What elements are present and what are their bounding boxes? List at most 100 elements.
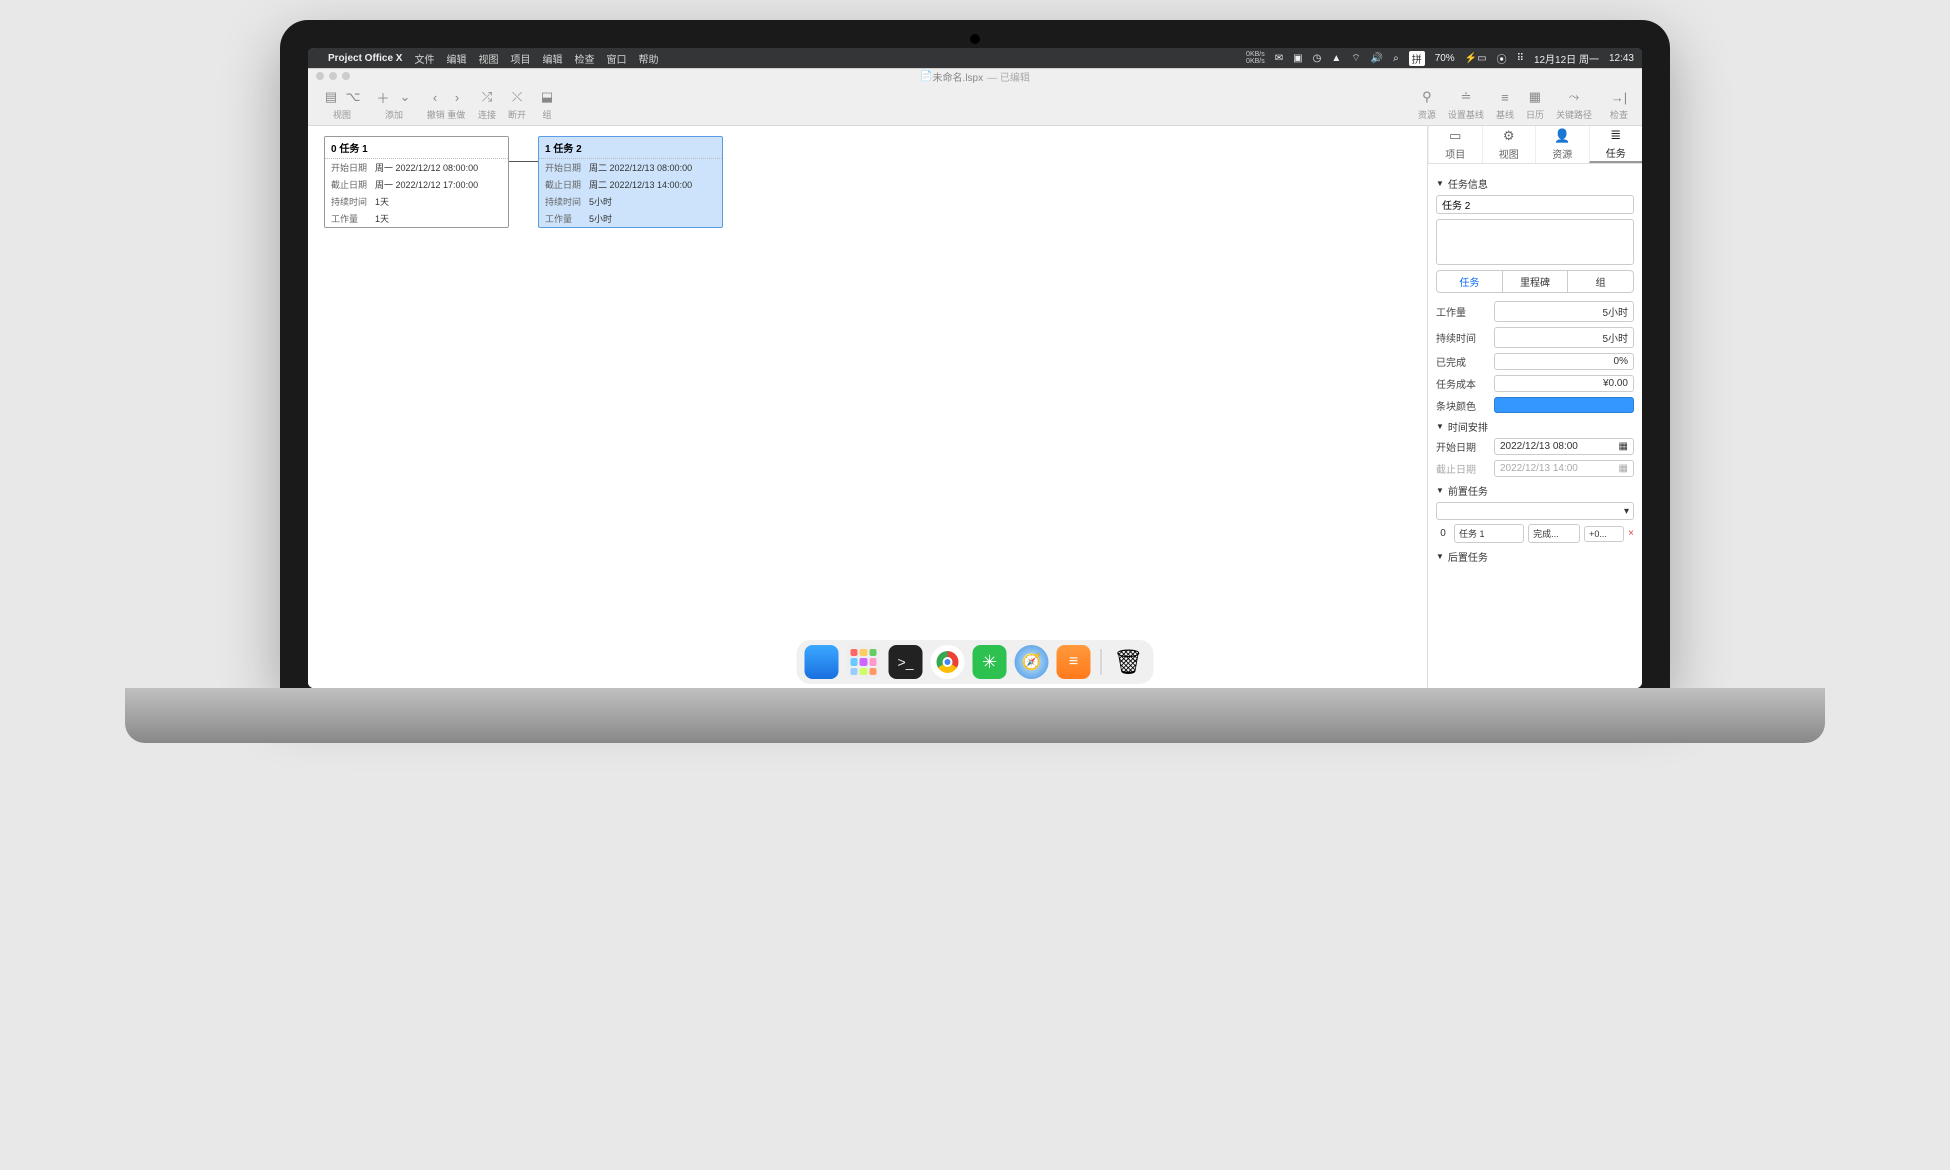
dock-trash-icon[interactable]: 🗑: [1112, 645, 1146, 679]
tab-icon: ⚙: [1503, 128, 1515, 144]
toolbar-组[interactable]: ⬓组: [532, 88, 562, 121]
menu-window[interactable]: 窗口: [606, 51, 626, 66]
start-date-label: 开始日期: [1436, 439, 1488, 454]
window-traffic-lights[interactable]: [316, 72, 350, 80]
volume-icon[interactable]: 🔊: [1371, 53, 1383, 64]
dock-safari-icon[interactable]: 🧭: [1015, 645, 1049, 679]
section-predecessors[interactable]: ▼前置任务: [1436, 483, 1634, 498]
task-notes-input[interactable]: [1436, 219, 1634, 265]
network-canvas[interactable]: 0 任务 1开始日期周一 2022/12/12 08:00:00截止日期周一 2…: [308, 126, 1427, 688]
type-seg-组[interactable]: 组: [1567, 271, 1633, 292]
predecessor-add-dropdown[interactable]: ▾: [1436, 502, 1634, 520]
macos-dock[interactable]: >_ ✳ 🧭 ≡ 🗑: [797, 640, 1154, 684]
photos-icon[interactable]: ▲: [1331, 53, 1341, 64]
plus-icon: ＋: [374, 88, 392, 107]
task-node-row: 工作量5小时: [539, 210, 722, 227]
tab-icon: 👤: [1554, 128, 1570, 144]
section-task-info[interactable]: ▼任务信息: [1436, 176, 1634, 191]
menu-project[interactable]: 项目: [510, 51, 530, 66]
dock-projectoffice-icon[interactable]: ≡: [1057, 645, 1091, 679]
window-title: 未命名.lspx: [933, 69, 984, 84]
prop-input[interactable]: ¥0.00: [1494, 375, 1634, 392]
task-name-input[interactable]: [1436, 195, 1634, 214]
inspect-icon: →|: [1610, 90, 1628, 105]
menu-edit2[interactable]: 编辑: [542, 51, 562, 66]
display-icon[interactable]: ▣: [1293, 53, 1302, 64]
task-link: [509, 161, 538, 162]
toolbar-资源[interactable]: ⚲资源: [1412, 88, 1442, 121]
inspector-tab-视图[interactable]: ⚙视图: [1482, 126, 1536, 163]
wifi-icon[interactable]: ⌔: [1351, 52, 1360, 65]
menu-inspect[interactable]: 检查: [574, 51, 594, 66]
section-successors[interactable]: ▼后置任务: [1436, 549, 1634, 564]
pred-type[interactable]: 完成...: [1528, 524, 1580, 543]
menubar-time[interactable]: 12:43: [1609, 53, 1634, 64]
prop-row-已完成: 已完成0%: [1436, 353, 1634, 370]
menu-file[interactable]: 文件: [414, 51, 434, 66]
pred-task[interactable]: 任务 1: [1454, 524, 1524, 543]
task-node-0[interactable]: 0 任务 1开始日期周一 2022/12/12 08:00:00截止日期周一 2…: [324, 136, 509, 228]
dock-chrome-icon[interactable]: [931, 645, 965, 679]
battery-icon[interactable]: ⚡▭: [1465, 53, 1487, 64]
inspector-tab-资源[interactable]: 👤资源: [1535, 126, 1589, 163]
calendar-icon: ▦: [1619, 463, 1628, 474]
toolbar-断开[interactable]: ⤬断开: [502, 88, 532, 121]
calendar-icon[interactable]: ▦: [1619, 441, 1628, 452]
dock-terminal-icon[interactable]: >_: [889, 645, 923, 679]
toolbar-inspect[interactable]: →| 检查: [1604, 88, 1634, 121]
dock-finder-icon[interactable]: [805, 645, 839, 679]
type-seg-里程碑[interactable]: 里程碑: [1502, 271, 1568, 292]
tab-icon: ▭: [1449, 128, 1461, 144]
input-method[interactable]: 拼: [1409, 51, 1425, 66]
chevron-down-icon: ▾: [1624, 506, 1629, 517]
menu-edit[interactable]: 编辑: [446, 51, 466, 66]
window-status: — 已编辑: [987, 69, 1030, 84]
toolbar-撤销 重做[interactable]: ‹›撤销 重做: [420, 88, 472, 121]
toolbar-设置基线[interactable]: ≐设置基线: [1442, 88, 1490, 121]
control-center-icon[interactable]: ⠿: [1517, 53, 1524, 64]
task-node-row: 开始日期周一 2022/12/12 08:00:00: [325, 159, 508, 176]
wechat-icon[interactable]: ✉: [1275, 53, 1283, 64]
task-node-1[interactable]: 1 任务 2开始日期周二 2022/12/13 08:00:00截止日期周二 2…: [538, 136, 723, 228]
layout-icon: ▤: [322, 89, 340, 105]
toolbar: ▤⌥视图＋⌄添加‹›撤销 重做⤮连接⤬断开⬓组 ⚲资源≐设置基线≡基线▦日历⤳关…: [308, 84, 1642, 126]
prop-input[interactable]: 0%: [1494, 353, 1634, 370]
inspector-panel: ▭项目⚙视图👤资源≣任务 ▼任务信息 任务里程碑组 工作量5小时持续时间5小时已…: [1427, 126, 1642, 688]
pred-delete-icon[interactable]: ×: [1628, 528, 1634, 539]
menubar-date[interactable]: 12月12日 周一: [1534, 51, 1599, 66]
battery-pct: 70%: [1435, 53, 1455, 64]
type-seg-任务[interactable]: 任务: [1437, 271, 1502, 292]
toolbar-日历[interactable]: ▦日历: [1520, 88, 1550, 121]
dock-launchpad-icon[interactable]: [847, 645, 881, 679]
task-node-row: 开始日期周二 2022/12/13 08:00:00: [539, 159, 722, 176]
search-icon[interactable]: ⌕: [1393, 53, 1399, 64]
macos-menubar: Project Office X 文件 编辑 视图 项目 编辑 检查 窗口 帮助…: [308, 48, 1642, 68]
prop-input[interactable]: 5小时: [1494, 301, 1634, 322]
section-schedule[interactable]: ▼时间安排: [1436, 419, 1634, 434]
pred-lag[interactable]: +0...: [1584, 526, 1624, 542]
start-date-input[interactable]: 2022/12/13 08:00▦: [1494, 438, 1634, 455]
prop-row-持续时间: 持续时间5小时: [1436, 327, 1634, 348]
menu-view[interactable]: 视图: [478, 51, 498, 66]
dock-wechat-icon[interactable]: ✳: [973, 645, 1007, 679]
bar-color-swatch[interactable]: [1494, 397, 1634, 413]
prop-row-工作量: 工作量5小时: [1436, 301, 1634, 322]
prop-input[interactable]: 5小时: [1494, 327, 1634, 348]
switch-icon[interactable]: ⦿: [1497, 51, 1507, 66]
app-window: 📄 未命名.lspx — 已编辑 ▤⌥视图＋⌄添加‹›撤销 重做⤮连接⤬断开⬓组…: [308, 68, 1642, 688]
laptop-label: MacBook Pro: [280, 707, 1670, 728]
toolbar-添加[interactable]: ＋⌄添加: [368, 88, 420, 121]
toolbar-关键路径[interactable]: ⤳关键路径: [1550, 88, 1598, 121]
task-type-segment[interactable]: 任务里程碑组: [1436, 270, 1634, 293]
doc-icon: 📄: [920, 71, 932, 82]
toolbar-连接[interactable]: ⤮连接: [472, 88, 502, 121]
split-icon: ⤬: [508, 89, 526, 105]
inspector-tab-项目[interactable]: ▭项目: [1428, 126, 1482, 163]
toolbar-视图[interactable]: ▤⌥视图: [316, 88, 368, 121]
clock-icon[interactable]: ◷: [1313, 53, 1322, 64]
inspector-tab-任务[interactable]: ≣任务: [1589, 126, 1643, 163]
app-name[interactable]: Project Office X: [328, 53, 402, 64]
menu-help[interactable]: 帮助: [638, 51, 658, 66]
person-icon: ⚲: [1418, 89, 1436, 105]
toolbar-基线[interactable]: ≡基线: [1490, 88, 1520, 121]
